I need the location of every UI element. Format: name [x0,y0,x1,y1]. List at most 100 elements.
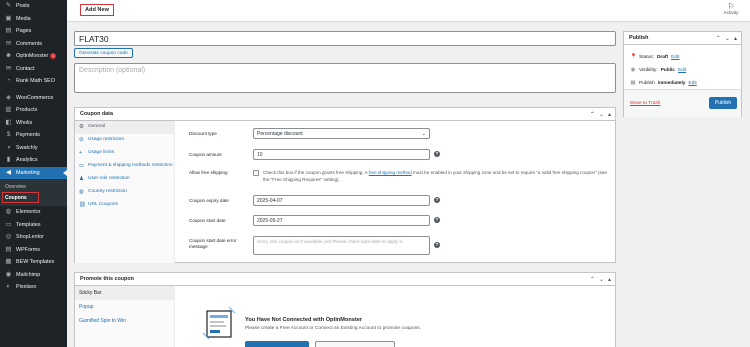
sidebar-item-optinmonster[interactable]: ☻ OptinMonster 1 [0,50,67,63]
coupon-amount-input[interactable]: 10 [253,149,430,160]
collapse-icon[interactable]: ▴ [608,276,611,283]
sidebar-item-label: Pixelavo [16,284,37,291]
sidebar-item-label: Analytics [16,157,38,164]
connect-existing-account-button[interactable] [315,341,395,347]
help-icon[interactable]: ? [434,197,440,203]
sidebar-item-label: Media [16,15,31,22]
sidebar-item-label: OptinMonster [16,53,49,60]
schedule-value: immediately [657,80,686,86]
collapse-icon[interactable]: ▴ [608,111,611,118]
add-new-button[interactable]: Add New [80,4,114,16]
sidebar-item-media[interactable]: ▣ Media [0,13,67,26]
tab-payment-shipping-methods-restriction[interactable]: ▭ Payment & shipping methods restriction [75,160,174,173]
move-down-icon[interactable]: ⌄ [725,35,730,42]
sidebar-item-rank-math-seo[interactable]: ◔ Rank Math SEO [0,75,67,88]
create-free-account-button[interactable] [245,341,309,347]
tab-url-coupons[interactable]: ⛓ URL Coupons [75,199,174,212]
sidebar-item-label: Swatchly [16,144,38,151]
sidebar-item-analytics[interactable]: ▮ Analytics [0,154,67,167]
submenu-coupons[interactable]: Coupons [2,192,39,203]
sidebar-item-pages[interactable]: ▤ Pages [0,25,67,38]
discount-type-select[interactable]: Percentage discount ⌄ [253,128,430,139]
sidebar-item-wholis[interactable]: ◧ Wholis [0,117,67,130]
move-down-icon[interactable]: ⌄ [599,276,604,283]
sidebar-item-comments[interactable]: ✉ Comments [0,38,67,51]
tab-gamified-spin[interactable]: Gamified Spin to Win [75,314,174,328]
move-up-icon[interactable]: ⌃ [590,111,595,118]
help-icon[interactable]: ? [434,217,440,223]
tab-general[interactable]: ⚙ General [75,121,174,134]
chevron-down-icon: ⌄ [421,130,426,137]
menu-separator [0,294,67,298]
move-to-trash-link[interactable]: Move to Trash [630,101,660,106]
start-date-error-textarea[interactable]: Sorry, this coupon isn't available yet! … [253,236,430,255]
sidebar-item-marketing[interactable]: ◀ Marketing [0,166,67,179]
tab-sticky-bar[interactable]: Sticky Bar [75,286,174,300]
tab-usage-limits[interactable]: + Usage limits [75,147,174,160]
collapse-icon[interactable]: ▴ [734,35,737,42]
schedule-edit-link[interactable]: Edit [688,81,696,86]
visibility-edit-link[interactable]: Edit [678,68,686,73]
sidebar-item-swatchly[interactable]: ◑ Swatchly [0,142,67,155]
mail-icon: ✉ [5,64,12,72]
sidebar-item-contact[interactable]: ✉ Contact [0,63,67,76]
sidebar-item-shoplentor[interactable]: ◎ ShopLentor [0,231,67,244]
submenu-overview[interactable]: Overview [0,181,67,192]
sidebar-item-payments[interactable]: $ Payments [0,129,67,142]
sidebar-item-wpforms[interactable]: ▤ WPForms [0,244,67,257]
status-row: 📍 Status: Draft Edit [630,54,679,60]
sidebar-item-mailchimp[interactable]: ◉ Mailchimp [0,269,67,282]
start-date-error-label: Coupon start date error message [189,238,237,249]
shoplentor-icon: ◎ [5,233,12,240]
optinmonster-description: Please create a Free Account or Connect … [245,326,421,331]
box-icon: ▥ [5,106,12,113]
coupon-description-field[interactable]: Description (optional) [74,63,616,93]
plus-icon: + [79,150,83,156]
help-icon[interactable]: ? [434,242,440,248]
tab-label: URL Coupons [88,202,118,207]
coupon-amount-label: Coupon amount [189,152,222,157]
folder-icon: ▭ [5,220,12,228]
move-up-icon[interactable]: ⌃ [716,35,721,42]
sidebar-item-label: Contact [16,65,35,72]
sidebar-item-posts[interactable]: ✎ Posts [0,0,67,13]
optinmonster-illustration-icon [202,306,236,340]
move-down-icon[interactable]: ⌄ [599,111,604,118]
swatch-icon: ◑ [6,143,11,151]
pin-icon: ✎ [5,2,12,9]
activity-button[interactable]: ⚐ Activity [720,2,742,16]
user-icon: ♟ [79,176,84,182]
mailchimp-icon: ◉ [5,270,12,278]
expiry-date-input[interactable]: 2025-04-07 [253,195,430,206]
move-up-icon[interactable]: ⌃ [590,276,595,283]
free-shipping-checkbox[interactable] [253,170,259,176]
tab-popup[interactable]: Popup [75,300,174,314]
free-shipping-text-1: Check this box if the coupon grants free… [263,170,368,175]
publish-button[interactable]: Publish [709,97,737,109]
sidebar-item-pixelavo[interactable]: ◐ Pixelavo [0,281,67,294]
status-value: Draft [656,54,669,60]
status-label: Status: [639,54,654,60]
sidebar-item-products[interactable]: ▥ Products [0,104,67,117]
free-shipping-method-link[interactable]: free shipping method [369,170,412,175]
coupon-data-title: Coupon data [80,111,113,117]
help-icon[interactable]: ? [434,151,440,157]
layout-icon: ▦ [5,258,12,265]
sidebar-item-woocommerce[interactable]: ◈ WooCommerce [0,92,67,105]
start-date-input[interactable]: 2025-05-27 [253,215,430,226]
tab-country-restriction[interactable]: ◍ Country restriction [75,186,174,199]
tab-user-role-restriction[interactable]: ♟ User role restriction [75,173,174,186]
media-icon: ▣ [5,14,12,22]
tab-usage-restriction[interactable]: ⊘ Usage restriction [75,134,174,147]
coupon-code-input[interactable]: FLAT30 [74,31,616,46]
generate-coupon-button[interactable]: Generate coupon code [74,48,133,58]
analytics-icon: ▮ [6,156,11,163]
sidebar-item-templates[interactable]: ▭ Templates [0,219,67,232]
wholis-icon: ◧ [5,118,12,126]
sidebar-item-elementor[interactable]: ◍ Elementor [0,206,67,219]
status-edit-link[interactable]: Edit [671,55,679,60]
pixel-icon: ◐ [6,283,11,290]
sidebar-item-bew-templates[interactable]: ▦ BEW Templates [0,256,67,269]
schedule-row: ▦ Publish immediately Edit [630,80,696,86]
sidebar-item-label: Pages [16,28,32,35]
